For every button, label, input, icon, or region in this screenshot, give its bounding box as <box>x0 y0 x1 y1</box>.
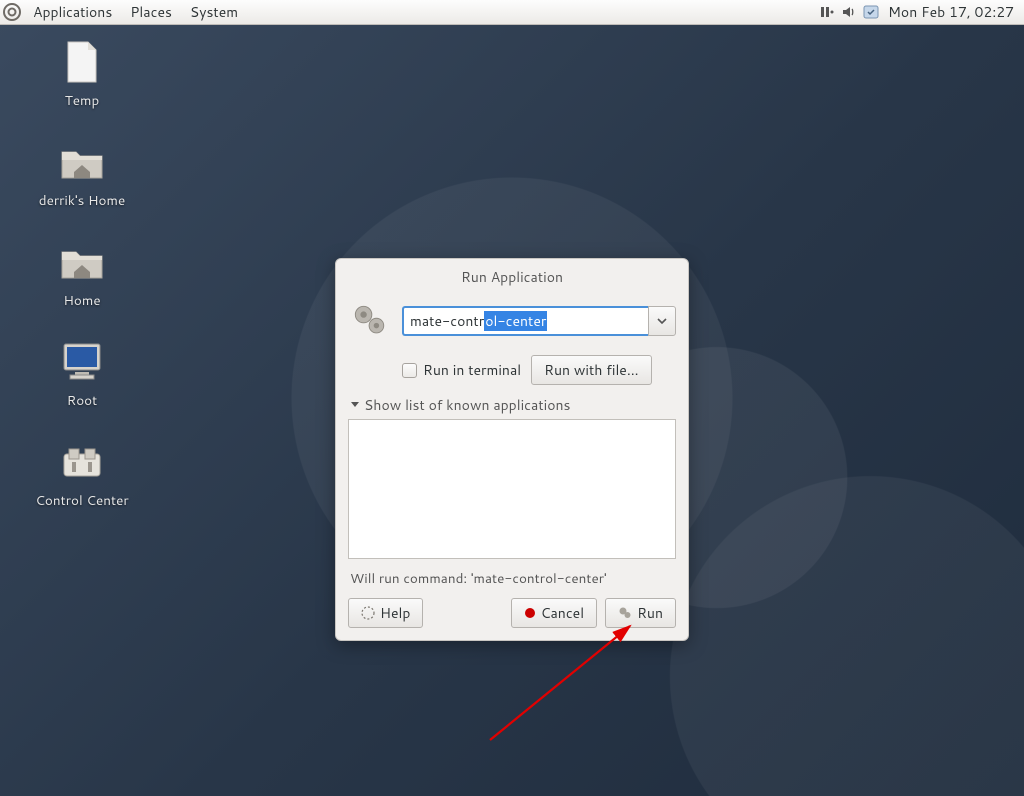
folder-home-icon <box>58 138 106 186</box>
dialog-body: mate-control-center Run in terminal Run … <box>336 293 688 640</box>
desktop-icon-label: Home <box>63 291 100 310</box>
dialog-actions: Help Cancel Run <box>348 598 676 628</box>
run-gears-icon <box>618 606 632 620</box>
desktop-icon-control-center[interactable]: Control Center <box>22 438 142 510</box>
desktop-icon-label: Temp <box>65 91 99 110</box>
expander-label: Show list of known applications <box>364 395 570 415</box>
checkbox-box <box>402 363 417 378</box>
button-label: Run <box>637 603 663 623</box>
dialog-title: Run Application <box>336 259 688 293</box>
run-with-file-button[interactable]: Run with file... <box>531 355 651 385</box>
run-button[interactable]: Run <box>605 598 676 628</box>
known-apps-expander[interactable]: Show list of known applications <box>348 395 676 415</box>
triangle-down-icon <box>350 400 360 410</box>
network-icon[interactable] <box>818 3 836 21</box>
cancel-button[interactable]: Cancel <box>511 598 598 628</box>
menu-applications[interactable]: Applications <box>24 0 121 25</box>
top-panel: Applications Places System Mon Feb 17, 0… <box>0 0 1024 25</box>
known-applications-list[interactable] <box>348 419 676 559</box>
desktop-icon-temp[interactable]: Temp <box>22 38 142 110</box>
command-history-dropdown-button[interactable] <box>648 306 676 336</box>
help-button[interactable]: Help <box>348 598 423 628</box>
command-input[interactable]: mate-control-center <box>402 306 648 336</box>
spacer <box>431 598 502 628</box>
gears-icon <box>348 299 392 343</box>
menu-system[interactable]: System <box>181 0 247 25</box>
run-in-terminal-checkbox[interactable]: Run in terminal <box>402 360 521 380</box>
command-typed-text: mate-contr <box>410 311 484 331</box>
command-completion-text: ol-center <box>484 311 547 331</box>
control-center-icon <box>58 438 106 486</box>
button-label: Help <box>380 603 410 623</box>
desktop-icon-user-home[interactable]: derrik's Home <box>22 138 142 210</box>
distro-logo-icon[interactable] <box>0 0 24 24</box>
desktop-icons: Temp derrik's Home Home Root Control Cen… <box>22 38 142 510</box>
run-application-dialog: Run Application mate-control-center <box>335 258 689 641</box>
command-row: mate-control-center <box>348 299 676 343</box>
file-icon <box>58 38 106 86</box>
desktop-icon-label: Root <box>67 391 98 410</box>
desktop-icon-home[interactable]: Home <box>22 238 142 310</box>
updates-icon[interactable] <box>862 3 880 21</box>
checkbox-label: Run in terminal <box>423 360 521 380</box>
help-icon <box>361 606 375 620</box>
desktop-icon-label: Control Center <box>35 491 128 510</box>
volume-icon[interactable] <box>840 3 858 21</box>
cancel-icon <box>524 607 536 619</box>
computer-icon <box>58 338 106 386</box>
panel-right: Mon Feb 17, 02:27 <box>818 2 1024 22</box>
chevron-down-icon <box>657 316 667 326</box>
menu-places[interactable]: Places <box>121 0 181 25</box>
desktop-icon-label: derrik's Home <box>39 191 125 210</box>
clock[interactable]: Mon Feb 17, 02:27 <box>884 2 1018 22</box>
button-label: Cancel <box>541 603 585 623</box>
desktop-icon-root[interactable]: Root <box>22 338 142 410</box>
command-combo: mate-control-center <box>402 306 676 336</box>
folder-home-icon <box>58 238 106 286</box>
panel-left: Applications Places System <box>0 0 247 25</box>
options-row: Run in terminal Run with file... <box>402 355 676 385</box>
will-run-status: Will run command: 'mate-control-center' <box>348 569 676 588</box>
